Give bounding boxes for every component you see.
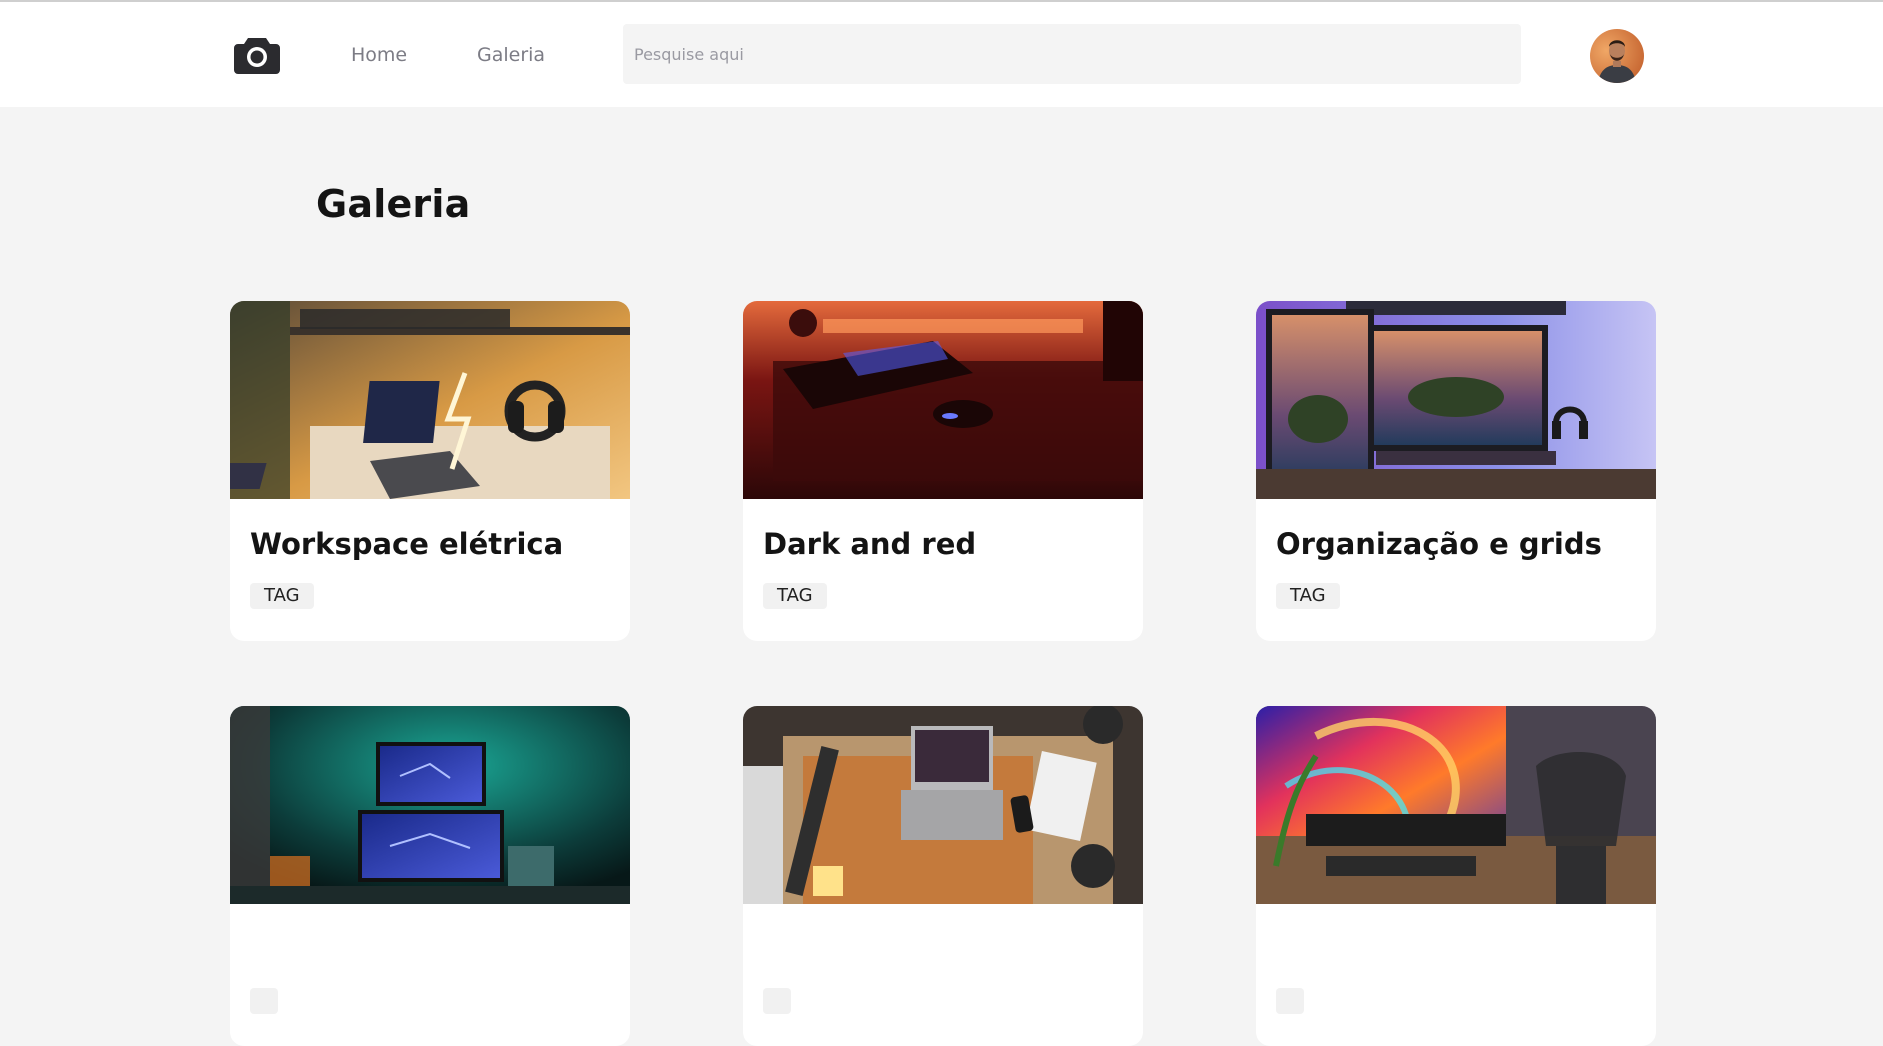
nav-gallery-link[interactable]: Galeria — [477, 44, 545, 66]
gallery-card-dark-and-red[interactable]: Dark and red TAG — [743, 301, 1143, 641]
card-image — [230, 706, 630, 904]
card-title: Organização e grids — [1276, 527, 1602, 561]
card-tag[interactable] — [250, 988, 278, 1014]
nav-home-link[interactable]: Home — [351, 44, 407, 66]
card-tag[interactable]: TAG — [250, 583, 314, 609]
card-title: Workspace elétrica — [250, 527, 564, 561]
card-image — [1256, 706, 1656, 904]
card-tag[interactable]: TAG — [1276, 583, 1340, 609]
camera-icon[interactable] — [234, 34, 280, 74]
card-image — [743, 706, 1143, 904]
card-title: Dark and red — [763, 527, 977, 561]
gallery-card-desk-topdown[interactable] — [743, 706, 1143, 1046]
card-tag[interactable] — [1276, 988, 1304, 1014]
gallery-card-workspace-eletrica[interactable]: Workspace elétrica TAG — [230, 301, 630, 641]
card-image — [1256, 301, 1656, 499]
card-tag[interactable]: TAG — [763, 583, 827, 609]
top-header: Home Galeria — [0, 2, 1883, 107]
card-image — [230, 301, 630, 499]
page-title: Galeria — [316, 182, 471, 226]
gallery-card-organizacao-e-grids[interactable]: Organização e grids TAG — [1256, 301, 1656, 641]
avatar[interactable] — [1590, 29, 1644, 83]
gallery-card-teal-setup[interactable] — [230, 706, 630, 1046]
search-input[interactable] — [623, 24, 1521, 84]
card-tag[interactable] — [763, 988, 791, 1014]
gallery-card-colorful-setup[interactable] — [1256, 706, 1656, 1046]
card-image — [743, 301, 1143, 499]
